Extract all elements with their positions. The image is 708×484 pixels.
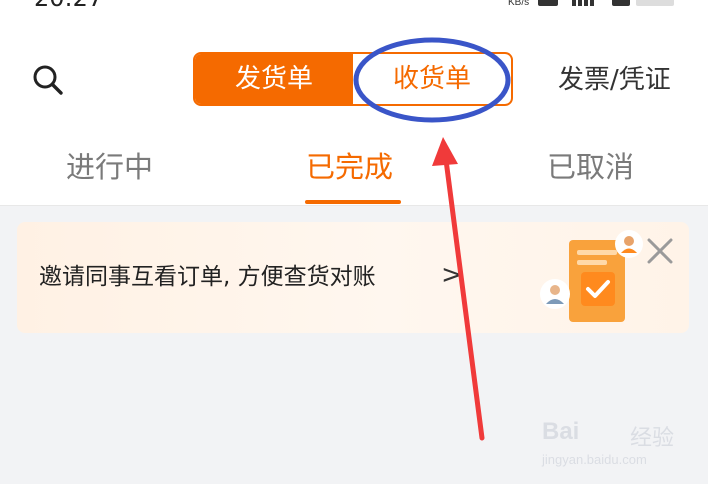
wifi-icon [612,0,630,6]
tab-cancelled[interactable]: 已取消 [547,147,634,187]
watermark-brand: Bai [542,418,580,445]
net-speed-unit: KB/s [508,0,530,8]
watermark-logo: Bai 经验 jingyan.baidu.com [540,410,700,474]
watermark-url: jingyan.baidu.com [542,452,647,467]
order-type-switch: 发货单 收货单 [193,52,513,106]
search-icon[interactable] [32,64,64,96]
invoice-voucher-link[interactable]: 发票/凭证 [558,62,671,98]
segment-shipping-order[interactable]: 发货单 [195,54,353,104]
top-area: 20:27 KB/s 发货单 收货单 发票/凭证 进行中 已完成 已取消 [0,0,708,205]
chevron-right-icon: > [441,260,463,290]
banner-text: 邀请同事互看订单, 方便查货对账 [39,264,376,290]
tab-active-indicator [305,200,401,204]
segment-receiving-order[interactable]: 收货单 [353,54,511,104]
divider [0,205,708,206]
close-icon[interactable] [645,236,675,266]
signal-icon [572,0,598,6]
status-time: 20:27 [34,0,103,12]
invite-illustration [540,230,643,322]
status-icon [538,0,558,6]
tab-completed[interactable]: 已完成 [306,147,393,187]
invite-banner[interactable]: 邀请同事互看订单, 方便查货对账 > [17,222,689,333]
watermark-brand-cn: 经验 [630,426,675,451]
tab-in-progress[interactable]: 进行中 [66,147,153,187]
battery-icon [636,0,674,6]
